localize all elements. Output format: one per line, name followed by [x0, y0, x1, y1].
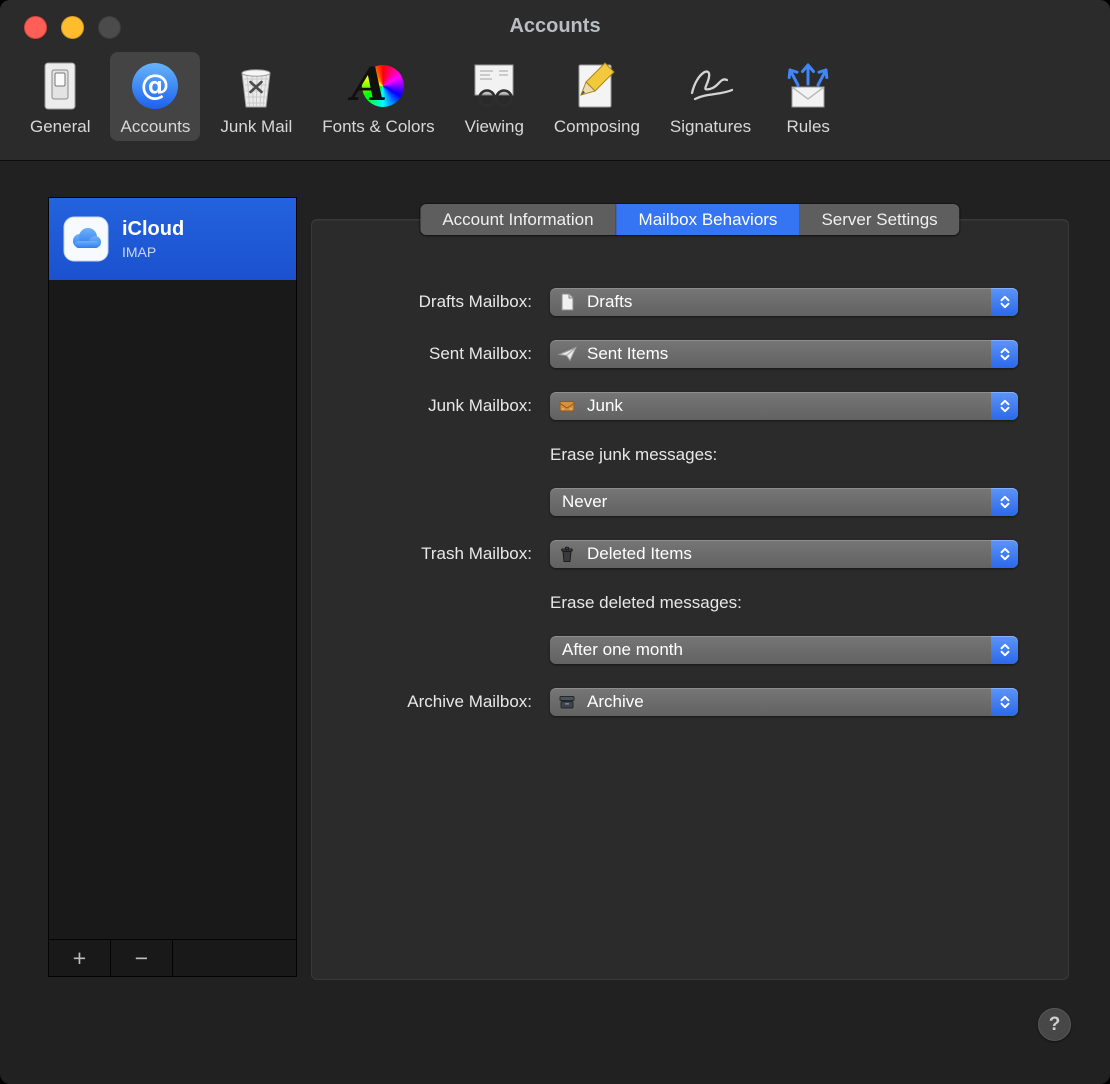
- trash-mailbox-popup[interactable]: Deleted Items: [550, 540, 1018, 568]
- toolbar-label: Accounts: [120, 117, 191, 136]
- popup-stepper-icon: [991, 340, 1018, 368]
- settings-tab-bar: Account Information Mailbox Behaviors Se…: [420, 204, 960, 235]
- popup-value: Archive: [587, 692, 644, 711]
- popup-value: After one month: [562, 640, 683, 659]
- mail-preferences-window: Accounts General @ Accounts Junk Mail A …: [0, 0, 1110, 1084]
- trash-mailbox-label: Trash Mailbox:: [421, 544, 532, 563]
- archive-box-icon: [558, 692, 578, 712]
- envelope-glasses-icon: [467, 58, 521, 114]
- icloud-icon: [63, 216, 109, 262]
- sidebar-footer: + −: [49, 939, 296, 976]
- sent-mailbox-label: Sent Mailbox:: [429, 344, 532, 363]
- serif-a-glyph: A: [351, 57, 388, 111]
- archive-mailbox-popup[interactable]: Archive: [550, 688, 1018, 716]
- wire-basket-icon: [231, 58, 281, 114]
- toolbar-item-accounts[interactable]: @ Accounts: [110, 52, 201, 141]
- toolbar-label: Rules: [786, 117, 830, 136]
- window-chrome: Accounts General @ Accounts Junk Mail A …: [0, 0, 1110, 161]
- erase-junk-popup[interactable]: Never: [550, 488, 1018, 516]
- erase-deleted-label: Erase deleted messages:: [550, 593, 742, 612]
- toolbar-item-junk-mail[interactable]: Junk Mail: [210, 52, 302, 141]
- accounts-sidebar: iCloud IMAP + −: [48, 197, 297, 977]
- account-name: iCloud: [122, 218, 185, 240]
- toolbar-item-rules[interactable]: Rules: [771, 52, 845, 141]
- toolbar-item-composing[interactable]: Composing: [544, 52, 650, 141]
- popup-value: Drafts: [587, 292, 633, 311]
- junk-mailbox-popup[interactable]: Junk: [550, 392, 1018, 420]
- account-list-item-icloud[interactable]: iCloud IMAP: [49, 198, 296, 280]
- toolbar-item-viewing[interactable]: Viewing: [455, 52, 534, 141]
- popup-stepper-icon: [991, 488, 1018, 516]
- letter-a-rainbow-icon: A: [351, 57, 405, 114]
- toolbar-item-signatures[interactable]: Signatures: [660, 52, 761, 141]
- at-sign-icon: @: [129, 58, 181, 114]
- toolbar-label: Viewing: [464, 117, 524, 136]
- toolbar-label: Composing: [553, 117, 640, 136]
- envelope-arrows-icon: [781, 58, 835, 114]
- tab-account-information[interactable]: Account Information: [420, 204, 617, 235]
- popup-value: Junk: [587, 396, 623, 415]
- toolbar-label: General: [30, 117, 91, 136]
- popup-stepper-icon: [991, 392, 1018, 420]
- sent-mailbox-popup[interactable]: Sent Items: [550, 340, 1018, 368]
- toolbar-label: Signatures: [669, 117, 752, 136]
- signature-scribble-icon: [683, 58, 739, 114]
- page-pencil-icon: [572, 58, 622, 114]
- drafts-mailbox-popup[interactable]: Drafts: [550, 288, 1018, 316]
- toolbar-item-general[interactable]: General: [20, 52, 100, 141]
- erase-deleted-popup[interactable]: After one month: [550, 636, 1018, 664]
- paper-plane-icon: [558, 344, 578, 364]
- tab-mailbox-behaviors[interactable]: Mailbox Behaviors: [616, 204, 800, 235]
- popup-stepper-icon: [991, 636, 1018, 664]
- popup-value: Deleted Items: [587, 544, 692, 563]
- account-text: iCloud IMAP: [122, 218, 184, 260]
- help-button[interactable]: ?: [1038, 1008, 1071, 1041]
- popup-value: Never: [562, 492, 608, 511]
- drafts-document-icon: [558, 292, 578, 312]
- archive-mailbox-label: Archive Mailbox:: [407, 692, 532, 711]
- trash-can-icon: [558, 544, 578, 564]
- toolbar-label: Fonts & Colors: [322, 117, 435, 136]
- light-switch-icon: [35, 58, 85, 114]
- window-title: Accounts: [509, 15, 601, 37]
- preferences-toolbar: General @ Accounts Junk Mail A Fonts & C…: [20, 52, 1100, 141]
- popup-stepper-icon: [991, 688, 1018, 716]
- tab-server-settings[interactable]: Server Settings: [799, 204, 960, 235]
- svg-text:@: @: [141, 68, 170, 102]
- account-protocol: IMAP: [122, 244, 157, 260]
- toolbar-label: Junk Mail: [220, 117, 293, 136]
- popup-value: Sent Items: [587, 344, 669, 363]
- toolbar-item-fonts-colors[interactable]: A Fonts & Colors: [312, 52, 444, 141]
- remove-account-button[interactable]: −: [111, 940, 173, 976]
- popup-stepper-icon: [991, 540, 1018, 568]
- junk-mailbox-label: Junk Mailbox:: [428, 396, 532, 415]
- erase-junk-label: Erase junk messages:: [550, 445, 718, 464]
- junk-envelope-icon: [558, 396, 578, 416]
- popup-stepper-icon: [991, 288, 1018, 316]
- add-account-button[interactable]: +: [49, 940, 111, 976]
- drafts-mailbox-label: Drafts Mailbox:: [418, 292, 532, 311]
